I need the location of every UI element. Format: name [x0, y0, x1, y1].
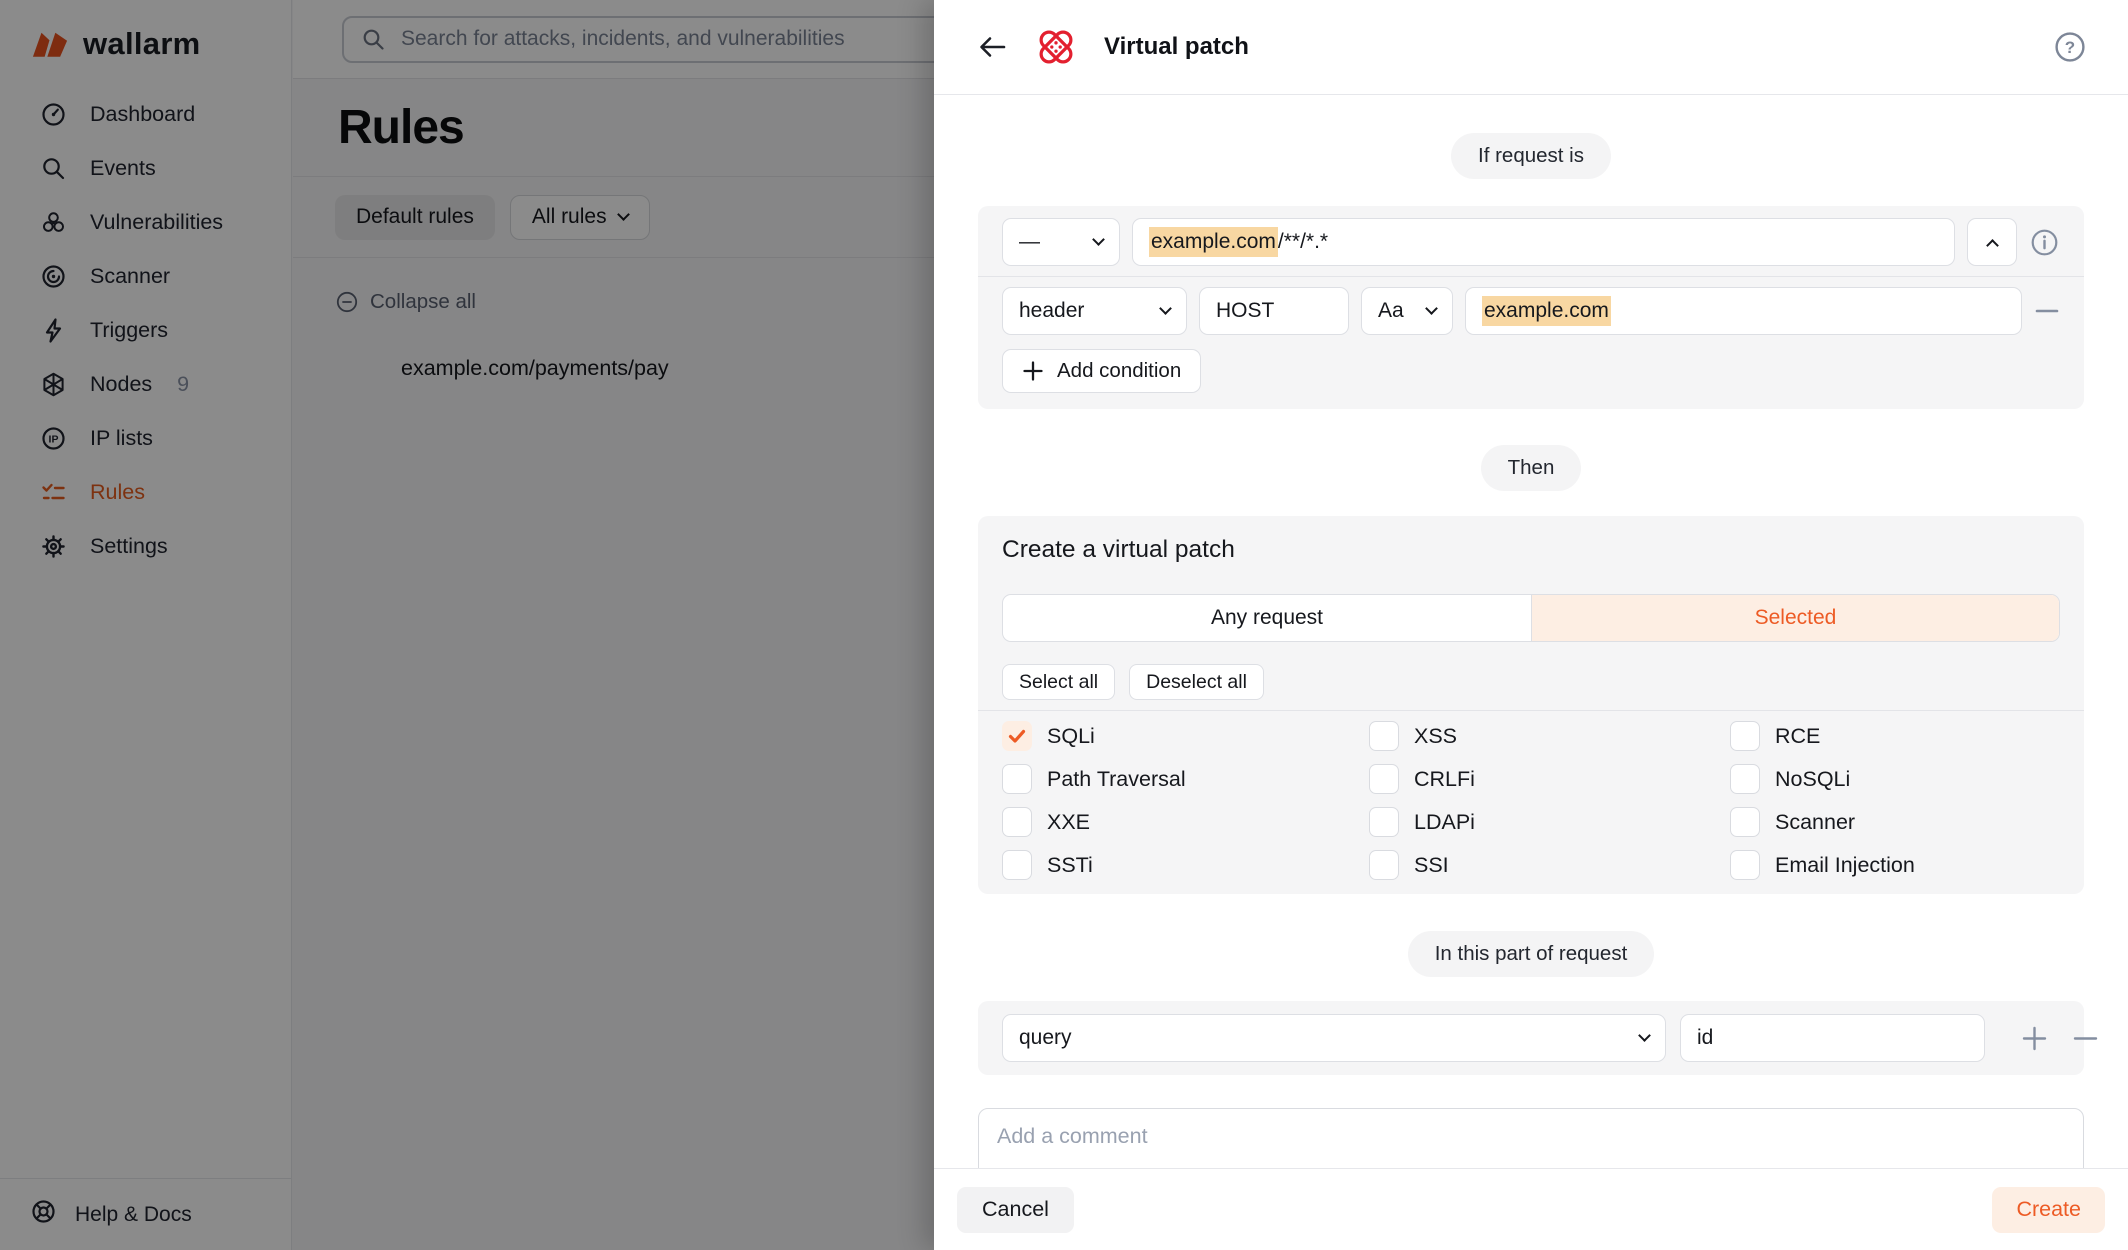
parameter-name-input[interactable]: [1680, 1014, 1985, 1062]
then-pill: Then: [1481, 445, 1582, 491]
uri-pattern-input[interactable]: example.com/**/*.*: [1132, 218, 1955, 266]
checkbox-label: XSS: [1414, 724, 1457, 749]
create-button[interactable]: Create: [1992, 1187, 2105, 1233]
remove-condition-button[interactable]: [2034, 298, 2060, 324]
info-icon: [2029, 227, 2060, 258]
request-part-select[interactable]: query: [1002, 1014, 1666, 1062]
checkbox-label: XXE: [1047, 810, 1090, 835]
request-scope-toggle: Any request Selected: [1002, 594, 2060, 642]
condition-row-divider: [978, 276, 2084, 277]
add-condition-label: Add condition: [1057, 359, 1181, 383]
minus-icon: [2034, 298, 2060, 324]
checkbox-icon[interactable]: [1730, 721, 1760, 751]
plus-icon: [1022, 360, 1044, 382]
checkbox-label: SQLi: [1047, 724, 1095, 749]
create-patch-card: Create a virtual patch Any request Selec…: [978, 516, 2084, 894]
case-sensitivity-value: Aa: [1378, 299, 1404, 323]
checkbox-icon[interactable]: [1730, 764, 1760, 794]
collapse-condition-button[interactable]: [1967, 218, 2017, 266]
request-point-card: query: [978, 1001, 2084, 1075]
checkbox-label: Email Injection: [1775, 853, 1915, 878]
help-button[interactable]: ?: [2052, 29, 2088, 65]
if-request-is-pill: If request is: [1451, 133, 1611, 179]
header-value-input[interactable]: example.com: [1465, 287, 2022, 335]
checkbox-xss[interactable]: XSS: [1369, 721, 1730, 751]
select-all-button[interactable]: Select all: [1002, 664, 1115, 700]
deselect-all-button[interactable]: Deselect all: [1129, 664, 1264, 700]
uri-operator-select[interactable]: —: [1002, 218, 1120, 266]
checkbox-label: Scanner: [1775, 810, 1855, 835]
toggle-any-request[interactable]: Any request: [1003, 595, 1531, 641]
checkbox-ssti[interactable]: SSTi: [1002, 850, 1369, 880]
checkbox-icon[interactable]: [1002, 764, 1032, 794]
chevron-down-icon: [1092, 233, 1105, 246]
checkbox-icon[interactable]: [1369, 721, 1399, 751]
back-button[interactable]: [976, 32, 1008, 62]
request-condition-card: — example.com/**/*.*: [978, 206, 2084, 409]
chevron-down-icon: [1159, 302, 1172, 315]
checkbox-icon[interactable]: [1369, 764, 1399, 794]
attack-type-grid: SQLi XSS RCE Path Traversal CRLFi: [1002, 721, 2060, 880]
checkbox-icon[interactable]: [1369, 850, 1399, 880]
checkbox-checked-icon[interactable]: [1002, 721, 1032, 751]
back-arrow-icon: [976, 32, 1008, 62]
chevron-up-icon: [1986, 239, 1999, 252]
condition-info-button[interactable]: [2029, 227, 2060, 258]
patch-card-divider: [978, 710, 2084, 711]
comment-field[interactable]: [978, 1108, 2084, 1168]
checkbox-ssi[interactable]: SSI: [1369, 850, 1730, 880]
uri-operator-value: —: [1019, 230, 1040, 254]
remove-point-button[interactable]: [2072, 1025, 2099, 1052]
uri-rest-part: /**/*.*: [1278, 230, 1328, 254]
checkbox-scanner[interactable]: Scanner: [1730, 807, 2060, 837]
checkbox-ldapi[interactable]: LDAPi: [1369, 807, 1730, 837]
panel-body: If request is — example.com/**/*.*: [934, 96, 2128, 1168]
chevron-down-icon: [1638, 1029, 1651, 1042]
create-patch-heading: Create a virtual patch: [1002, 536, 2060, 564]
checkbox-label: SSI: [1414, 853, 1449, 878]
checkbox-label: NoSQLi: [1775, 767, 1850, 792]
checkbox-label: CRLFi: [1414, 767, 1475, 792]
condition-type-value: header: [1019, 299, 1084, 323]
checkbox-icon[interactable]: [1002, 850, 1032, 880]
virtual-patch-panel: Virtual patch ? If request is — example.…: [934, 0, 2128, 1250]
panel-header: Virtual patch ?: [934, 0, 2128, 95]
checkbox-icon[interactable]: [1002, 807, 1032, 837]
checkbox-label: RCE: [1775, 724, 1820, 749]
uri-highlighted-part: example.com: [1149, 227, 1278, 257]
checkbox-sqli[interactable]: SQLi: [1002, 721, 1369, 751]
checkbox-nosqli[interactable]: NoSQLi: [1730, 764, 2060, 794]
comment-input[interactable]: [997, 1124, 2065, 1149]
add-condition-button[interactable]: Add condition: [1002, 349, 1201, 393]
header-value-highlighted: example.com: [1482, 296, 1611, 326]
checkbox-rce[interactable]: RCE: [1730, 721, 2060, 751]
checkbox-icon[interactable]: [1369, 807, 1399, 837]
condition-type-select[interactable]: header: [1002, 287, 1187, 335]
checkbox-crlfi[interactable]: CRLFi: [1369, 764, 1730, 794]
header-name-input[interactable]: [1199, 287, 1349, 335]
checkbox-path-traversal[interactable]: Path Traversal: [1002, 764, 1369, 794]
svg-text:?: ?: [2065, 38, 2075, 57]
chevron-down-icon: [1425, 302, 1438, 315]
question-circle-icon: ?: [2052, 29, 2088, 65]
panel-footer: Cancel Create: [934, 1168, 2128, 1250]
modal-dim-overlay[interactable]: [0, 0, 935, 1250]
minus-icon: [2072, 1025, 2099, 1052]
checkbox-icon[interactable]: [1730, 850, 1760, 880]
request-part-value: query: [1019, 1026, 1072, 1050]
in-this-part-pill: In this part of request: [1408, 931, 1655, 977]
panel-title: Virtual patch: [1104, 33, 1249, 61]
checkbox-xxe[interactable]: XXE: [1002, 807, 1369, 837]
case-sensitivity-select[interactable]: Aa: [1361, 287, 1453, 335]
checkbox-label: SSTi: [1047, 853, 1093, 878]
toggle-selected[interactable]: Selected: [1531, 595, 2059, 641]
checkbox-email-injection[interactable]: Email Injection: [1730, 850, 2060, 880]
cancel-button[interactable]: Cancel: [957, 1187, 1074, 1233]
add-point-button[interactable]: [2021, 1025, 2048, 1052]
checkbox-label: Path Traversal: [1047, 767, 1186, 792]
checkbox-label: LDAPi: [1414, 810, 1475, 835]
plus-icon: [2021, 1025, 2048, 1052]
virtual-patch-icon: [1033, 24, 1079, 70]
checkbox-icon[interactable]: [1730, 807, 1760, 837]
